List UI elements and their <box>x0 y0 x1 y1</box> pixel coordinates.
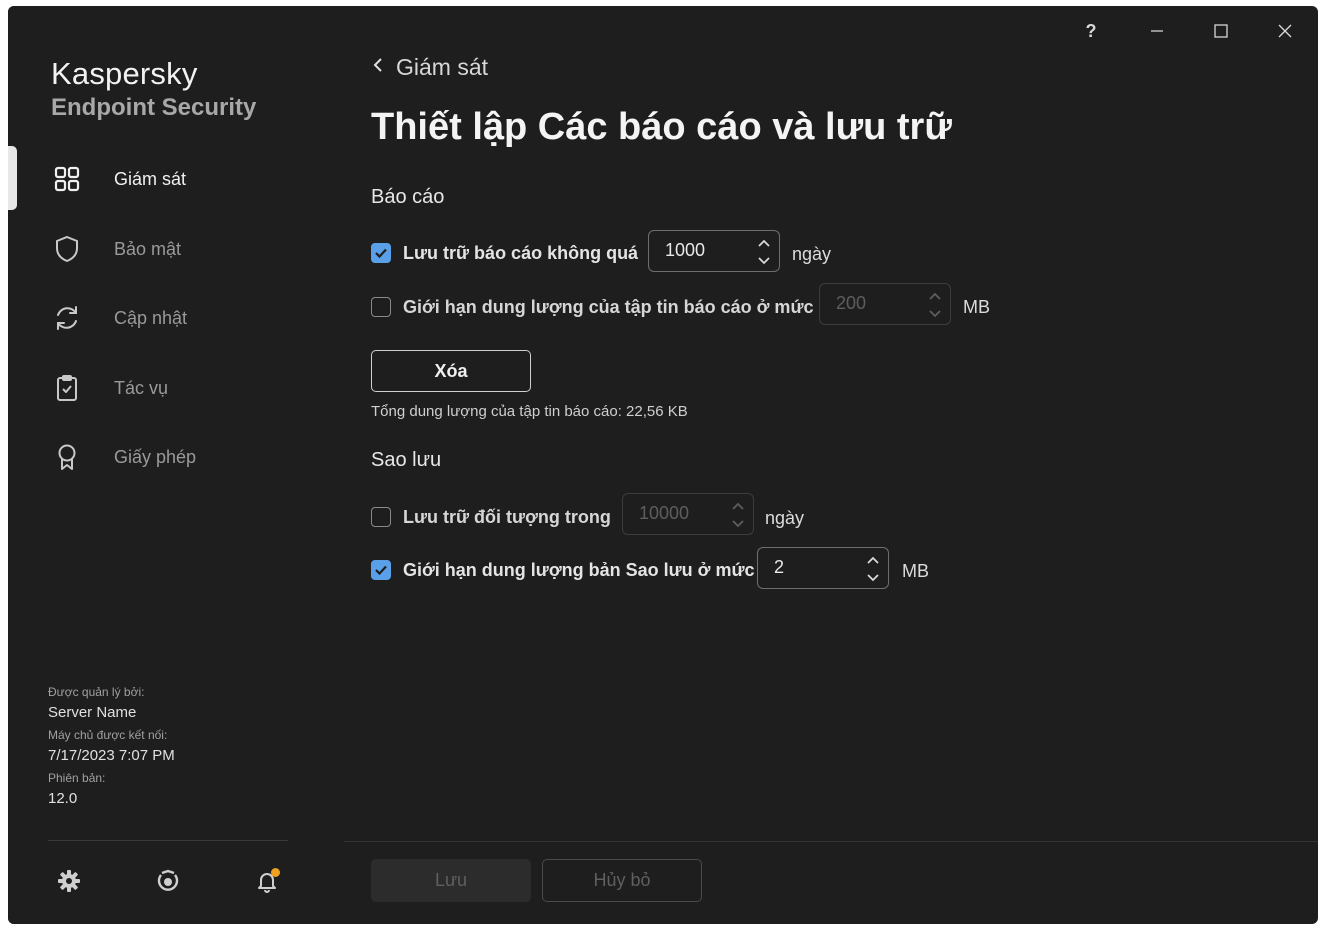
connected-label: Máy chủ được kết nối: <box>48 728 168 742</box>
back-link[interactable]: Giám sát <box>372 54 488 81</box>
sidebar-item-label: Cập nhật <box>114 307 188 328</box>
store-reports-checkbox[interactable] <box>371 243 391 263</box>
limit-report-size-unit: MB <box>963 297 990 317</box>
clipboard-icon <box>52 373 82 403</box>
limit-backup-size-value: 2 <box>774 557 785 577</box>
limit-report-size-value: 200 <box>836 293 867 313</box>
refresh-icon <box>52 303 82 333</box>
brand-name: Kaspersky <box>51 56 198 91</box>
reports-heading: Báo cáo <box>371 186 445 208</box>
chevron-left-icon <box>372 57 384 78</box>
app-window: ? Kaspersky Endpoint Security Giám sát B… <box>8 6 1318 924</box>
sidebar: Kaspersky Endpoint Security Giám sát Bảo… <box>8 6 344 924</box>
managed-by-label: Được quản lý bởi: <box>48 685 145 699</box>
sidebar-item-tasks[interactable]: Tác vụ <box>8 360 344 416</box>
store-objects-option[interactable]: Lưu trữ đối tượng trong <box>371 495 611 539</box>
store-reports-days-spinbox[interactable]: 1000 <box>648 230 780 272</box>
spin-arrows-icon[interactable] <box>731 500 745 530</box>
store-reports-option[interactable]: Lưu trữ báo cáo không quá <box>371 231 638 275</box>
limit-report-size-label: Giới hạn dung lượng của tập tin báo cáo … <box>403 296 814 317</box>
notification-dot <box>271 868 280 877</box>
sidebar-divider <box>48 840 288 841</box>
save-button[interactable]: Lưu <box>371 859 531 902</box>
spin-arrows-icon[interactable] <box>928 290 942 320</box>
sidebar-item-monitoring[interactable]: Giám sát <box>8 151 344 207</box>
maximize-icon[interactable] <box>1198 16 1244 46</box>
store-objects-checkbox[interactable] <box>371 507 391 527</box>
store-objects-label: Lưu trữ đối tượng trong <box>403 506 611 527</box>
minimize-icon[interactable] <box>1134 16 1180 46</box>
connected-time: 7/17/2023 7:07 PM <box>48 747 175 764</box>
cancel-button[interactable]: Hủy bỏ <box>542 859 702 902</box>
spin-arrows-icon[interactable] <box>757 237 771 267</box>
store-objects-days-value: 10000 <box>639 503 690 523</box>
store-reports-days-value: 1000 <box>665 240 706 260</box>
limit-report-size-checkbox[interactable] <box>371 297 391 317</box>
sidebar-item-label: Giấy phép <box>114 446 197 467</box>
limit-report-size-option[interactable]: Giới hạn dung lượng của tập tin báo cáo … <box>371 285 813 329</box>
brand-product: Endpoint Security <box>51 94 257 121</box>
page-title: Thiết lập Các báo cáo và lưu trữ <box>371 106 952 148</box>
server-name: Server Name <box>48 704 137 721</box>
limit-backup-size-checkbox[interactable] <box>371 560 391 580</box>
help-icon[interactable]: ? <box>1068 16 1114 46</box>
store-objects-days-spinbox[interactable]: 10000 <box>622 493 754 535</box>
settings-gear-icon[interactable] <box>54 866 84 896</box>
store-reports-label: Lưu trữ báo cáo không quá <box>403 242 639 263</box>
notifications-bell-icon[interactable] <box>252 866 282 896</box>
limit-backup-size-option[interactable]: Giới hạn dung lượng bản Sao lưu ở mức <box>371 548 755 592</box>
support-icon[interactable] <box>153 866 183 896</box>
sidebar-item-update[interactable]: Cập nhật <box>8 290 344 346</box>
version-value: 12.0 <box>48 790 78 807</box>
delete-reports-button[interactable]: Xóa <box>371 350 531 392</box>
sidebar-item-label: Bảo mật <box>114 238 182 259</box>
footer-divider <box>344 841 1318 842</box>
total-report-size: Tổng dung lượng của tập tin báo cáo: 22,… <box>371 403 688 420</box>
limit-backup-size-label: Giới hạn dung lượng bản Sao lưu ở mức <box>403 559 755 580</box>
backup-heading: Sao lưu <box>371 449 442 471</box>
dashboard-icon <box>52 164 82 194</box>
shield-icon <box>52 234 82 264</box>
sidebar-item-label: Giám sát <box>114 168 187 189</box>
back-label: Giám sát <box>396 54 489 80</box>
store-reports-unit: ngày <box>792 244 832 264</box>
sidebar-item-security[interactable]: Bảo mật <box>8 221 344 277</box>
close-icon[interactable] <box>1262 16 1308 46</box>
limit-report-size-spinbox[interactable]: 200 <box>819 283 951 325</box>
sidebar-item-license[interactable]: Giấy phép <box>8 429 344 485</box>
spin-arrows-icon[interactable] <box>866 554 880 584</box>
limit-backup-size-unit: MB <box>902 561 929 581</box>
version-label: Phiên bản: <box>48 771 106 785</box>
store-objects-unit: ngày <box>765 508 805 528</box>
sidebar-item-label: Tác vụ <box>114 377 169 398</box>
license-ribbon-icon <box>52 442 82 472</box>
limit-backup-size-spinbox[interactable]: 2 <box>757 547 889 589</box>
